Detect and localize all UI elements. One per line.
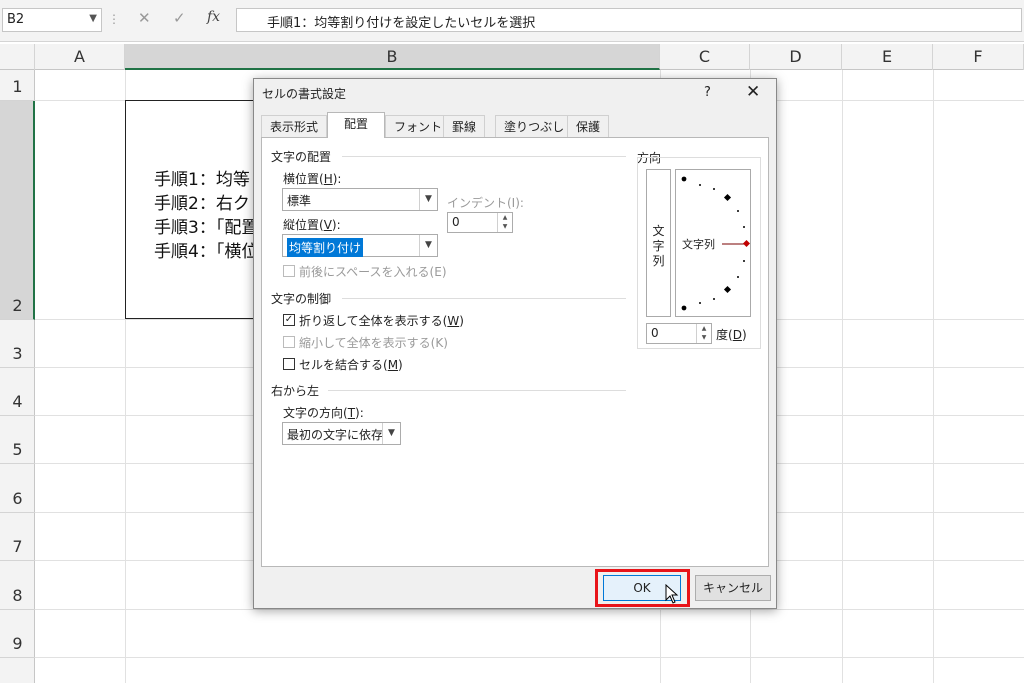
tab-fill[interactable]: 塗りつぶし — [495, 115, 574, 137]
tab-border[interactable]: 罫線 — [443, 115, 486, 137]
cell-b2-line-4: 手順4：「横位 — [154, 242, 259, 262]
horizontal-select[interactable]: 標準 ▼ — [282, 188, 438, 211]
section-text-alignment: 文字の配置 — [271, 150, 332, 164]
text-direction-label: 文字の方向(T): — [283, 406, 364, 420]
row-header-4[interactable]: 4 — [0, 368, 35, 416]
cancel-button[interactable]: キャンセル — [695, 575, 771, 601]
indent-label: インデント(I): — [447, 196, 524, 210]
justify-distributed-checkbox[interactable] — [283, 265, 295, 277]
tab-alignment[interactable]: 配置 — [327, 112, 385, 138]
help-button[interactable]: ? — [704, 85, 711, 100]
merge-cells-label: セルを結合する(M) — [299, 358, 403, 372]
text-direction-value: 最初の文字に依存 — [287, 428, 384, 442]
column-header-f[interactable]: F — [933, 44, 1024, 70]
dial-text: 文字列 — [682, 238, 715, 251]
horizontal-label: 横位置(H): — [283, 172, 342, 186]
more-icon: ⋮ — [108, 12, 120, 26]
formula-bar: B2 ▼ ⋮ ✕ ✓ fx 手順1：均等割り付けを設定したいセルを選択 — [0, 0, 1024, 42]
name-box-value: B2 — [7, 12, 25, 27]
shrink-to-fit-label: 縮小して全体を表示する(K) — [299, 336, 448, 350]
merge-cells-checkbox[interactable] — [283, 358, 295, 370]
degrees-label: 度(D) — [716, 328, 747, 342]
row-header-9[interactable]: 9 — [0, 610, 35, 658]
shrink-to-fit-checkbox[interactable] — [283, 336, 295, 348]
column-header-b[interactable]: B — [125, 44, 660, 70]
spin-arrows-icon[interactable]: ▲ ▼ — [497, 213, 512, 232]
vertical-text-button[interactable]: 文 字 列 — [646, 169, 671, 317]
row-header-8[interactable]: 8 — [0, 561, 35, 610]
formula-input[interactable]: 手順1：均等割り付けを設定したいセルを選択 — [236, 8, 1022, 32]
indent-stepper[interactable]: 0 ▲ ▼ — [447, 212, 513, 233]
degrees-stepper[interactable]: 0 ▲ ▼ — [646, 323, 712, 344]
vertical-label: 縦位置(V): — [283, 218, 341, 232]
select-all-corner[interactable] — [0, 44, 35, 70]
degrees-value: 0 — [651, 326, 659, 340]
confirm-entry-icon[interactable]: ✓ — [173, 9, 186, 27]
column-header-e[interactable]: E — [842, 44, 933, 70]
row-header-6[interactable]: 6 — [0, 464, 35, 513]
orientation-group: 方向 文 字 列 文字列 0 ▲ ▼ 度(D) — [637, 151, 775, 349]
chevron-down-icon[interactable]: ▼ — [419, 235, 437, 256]
wrap-text-checkbox[interactable]: ✓ — [283, 314, 295, 326]
tab-protection[interactable]: 保護 — [567, 115, 610, 137]
orientation-dial[interactable]: 文字列 — [675, 169, 751, 317]
cell-b2-line-2: 手順2：右ク — [154, 194, 250, 214]
section-text-control: 文字の制御 — [271, 292, 332, 306]
column-header-c[interactable]: C — [660, 44, 750, 70]
dialog-title: セルの書式設定 — [262, 87, 347, 101]
chevron-down-icon[interactable]: ▼ — [89, 13, 97, 24]
section-right-to-left: 右から左 — [271, 384, 320, 398]
format-cells-dialog: セルの書式設定 ? ✕ 表示形式 配置 フォント 罫線 塗りつぶし 保護 文字の… — [253, 78, 777, 609]
tab-font[interactable]: フォント — [385, 115, 452, 137]
vertical-value: 均等割り付け — [287, 238, 364, 257]
row-header-5[interactable]: 5 — [0, 416, 35, 464]
row-header-7[interactable]: 7 — [0, 513, 35, 561]
close-icon[interactable]: ✕ — [746, 82, 760, 102]
column-headers: A B C D E F — [0, 44, 1024, 70]
cancel-entry-icon[interactable]: ✕ — [138, 9, 151, 27]
row-header-3[interactable]: 3 — [0, 320, 35, 368]
indent-value: 0 — [452, 215, 460, 229]
row-header-2[interactable]: 2 — [0, 101, 35, 320]
spin-arrows-icon[interactable]: ▲ ▼ — [696, 324, 711, 343]
justify-distributed-label: 前後にスペースを入れる(E) — [299, 265, 447, 279]
mouse-cursor-icon — [665, 584, 679, 604]
wrap-text-label: 折り返して全体を表示する(W) — [299, 314, 464, 328]
chevron-down-icon[interactable]: ▼ — [419, 189, 437, 210]
row-headers: 1 2 3 4 5 6 7 8 9 — [0, 70, 35, 683]
vertical-select[interactable]: 均等割り付け ▼ — [282, 234, 438, 257]
tab-number[interactable]: 表示形式 — [261, 115, 328, 137]
insert-function-icon[interactable]: fx — [207, 9, 220, 25]
text-direction-select[interactable]: 最初の文字に依存 ▼ — [282, 422, 401, 445]
column-header-d[interactable]: D — [750, 44, 842, 70]
vertical-char-3: 列 — [652, 254, 665, 268]
name-box[interactable]: B2 ▼ — [2, 8, 102, 32]
horizontal-value: 標準 — [287, 194, 312, 208]
row-header-1[interactable]: 1 — [0, 70, 35, 101]
cell-b2-line-3: 手順3：「配置 — [154, 218, 259, 238]
cell-b2-line-1: 手順1：均等 — [154, 170, 250, 190]
chevron-down-icon[interactable]: ▼ — [382, 423, 400, 444]
column-header-a[interactable]: A — [35, 44, 125, 70]
